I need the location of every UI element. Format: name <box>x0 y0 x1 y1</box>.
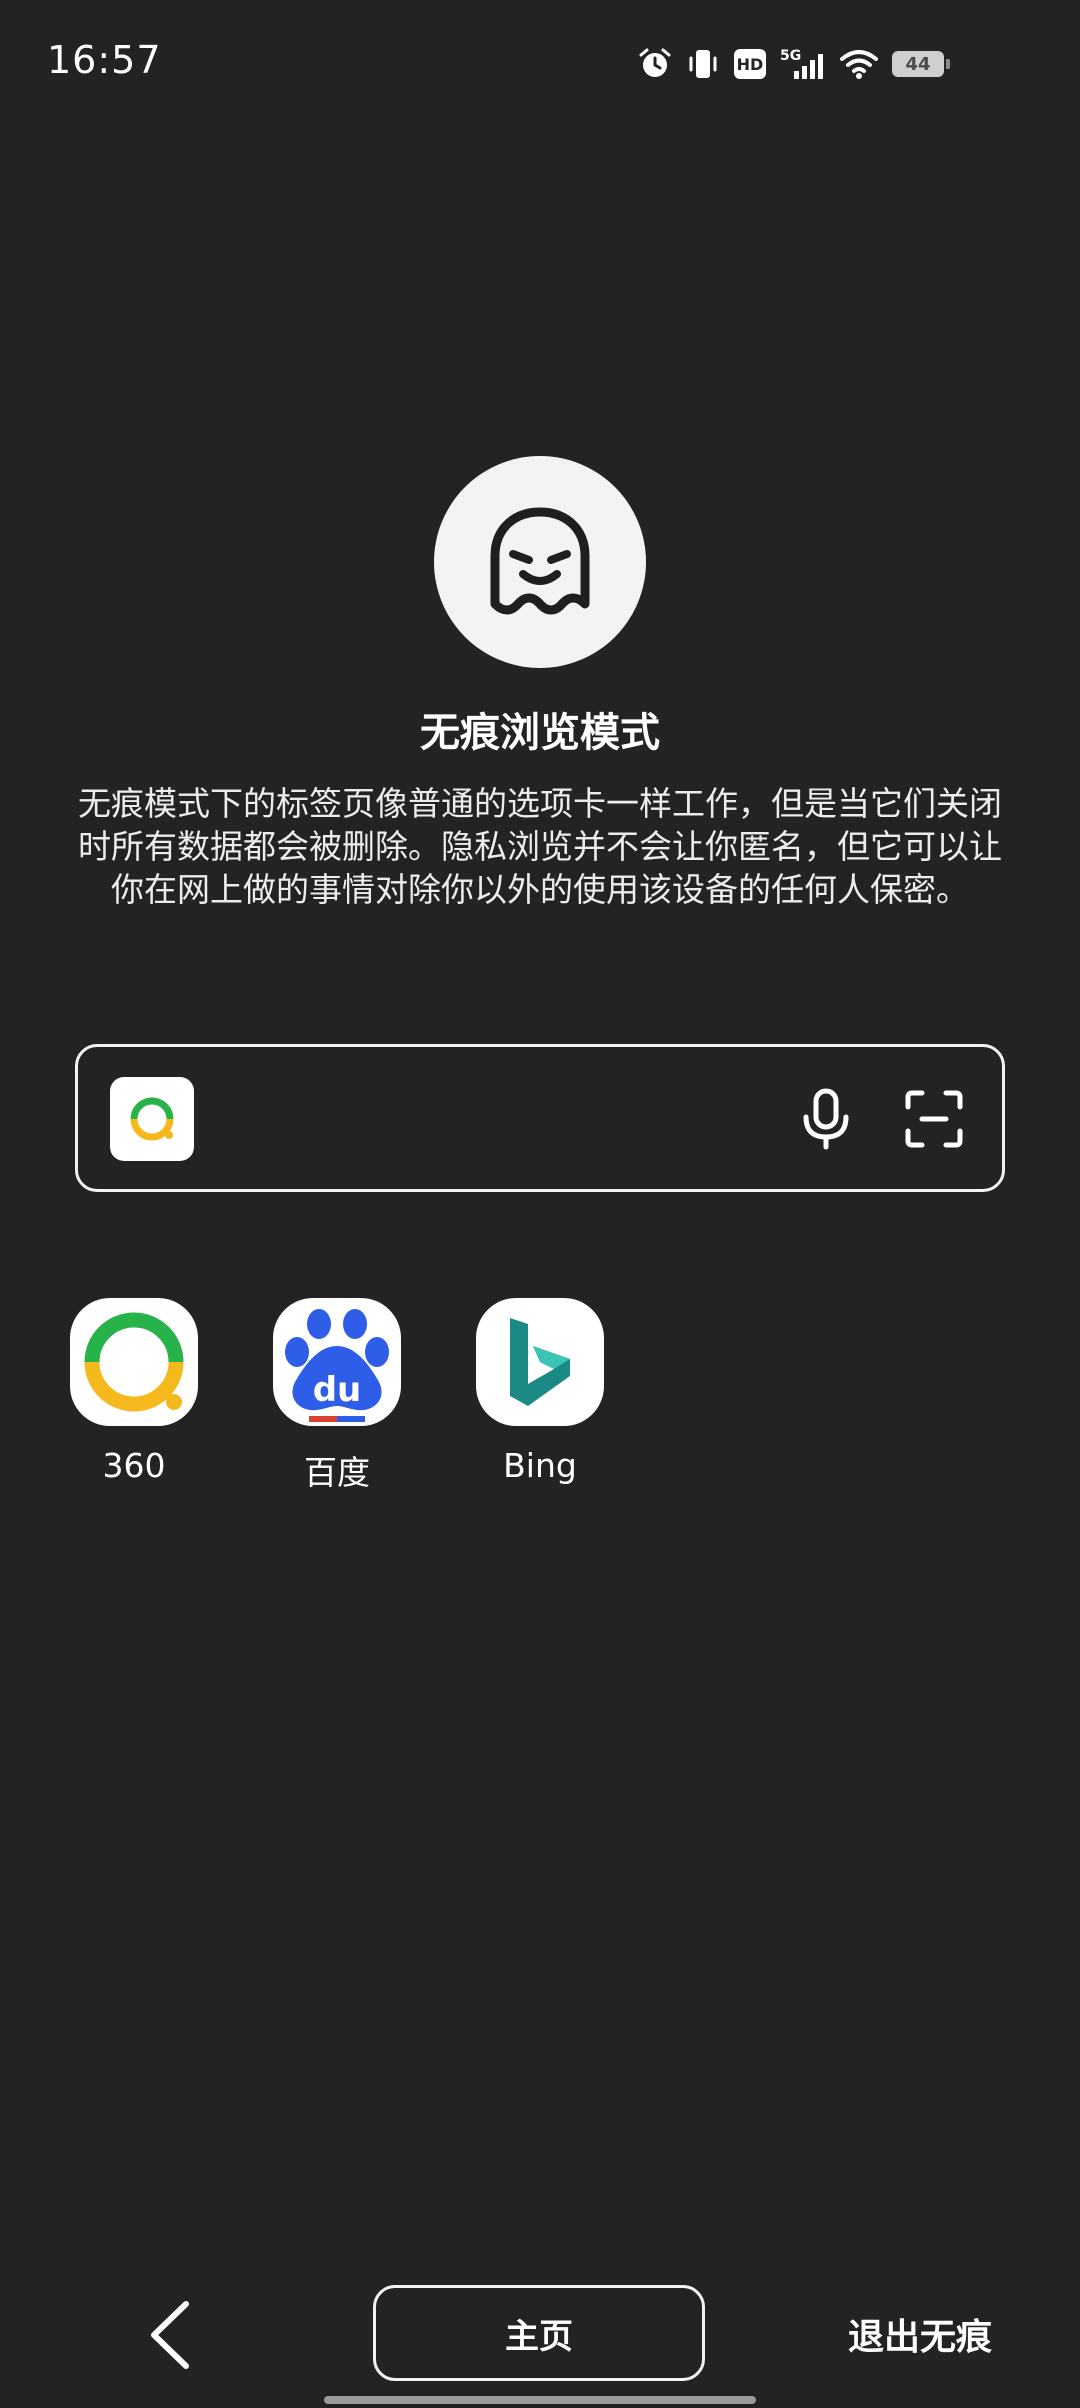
battery-level: 44 <box>905 53 931 75</box>
battery-icon: 44 <box>892 51 950 77</box>
bing-logo-icon <box>510 1318 570 1406</box>
incognito-title: 无痕浏览模式 <box>420 710 660 756</box>
incognito-description: 无痕模式下的标签页像普通的选项卡一样工作，但是当它们关闭时所有数据都会被删除。隐… <box>78 784 1002 909</box>
shortcut-tile[interactable] <box>70 1298 198 1426</box>
ghost-icon <box>490 507 590 615</box>
chevron-left-icon <box>151 2301 189 2369</box>
search-engine-selector[interactable] <box>110 1077 194 1161</box>
status-icons: HD 5G 44 <box>638 44 950 84</box>
5g-signal-icon: 5G <box>780 47 826 81</box>
scan-button[interactable] <box>898 1083 970 1155</box>
shortcut-tile[interactable]: du <box>273 1298 401 1426</box>
voice-search-button[interactable] <box>790 1083 862 1155</box>
status-time: 16:57 <box>47 38 162 82</box>
shortcut-grid: 360 du 百度 Bing <box>0 1298 1080 1498</box>
search-box[interactable] <box>75 1044 1005 1192</box>
home-button[interactable]: 主页 <box>373 2285 705 2381</box>
exit-incognito-button[interactable]: 退出无痕 <box>820 2306 1020 2362</box>
wifi-icon <box>840 48 878 80</box>
status-bar: 16:57 HD 5G 44 <box>0 0 1080 124</box>
scan-icon <box>905 1090 963 1148</box>
alarm-icon <box>638 47 672 81</box>
hd-label: HD <box>737 55 764 74</box>
microphone-icon <box>803 1088 849 1150</box>
shortcut-bing[interactable]: Bing <box>460 1298 620 1485</box>
vibrate-icon <box>686 47 720 81</box>
back-button[interactable] <box>130 2298 210 2372</box>
svg-text:du: du <box>313 1370 362 1410</box>
baidu-logo-icon: du <box>285 1309 389 1422</box>
hd-icon: HD <box>734 49 766 79</box>
gesture-bar[interactable] <box>324 2396 756 2404</box>
shortcut-tile[interactable] <box>476 1298 604 1426</box>
shortcut-label: 360 <box>102 1446 166 1485</box>
shortcut-label: Bing <box>503 1446 577 1485</box>
search-input[interactable] <box>218 1077 842 1163</box>
360-logo-icon <box>84 1312 184 1412</box>
shortcut-label: 百度 <box>304 1453 370 1492</box>
shortcut-baidu[interactable]: du 百度 <box>257 1298 417 1494</box>
ghost-avatar <box>434 456 646 668</box>
360-search-icon <box>130 1097 174 1141</box>
network-label: 5G <box>780 48 801 64</box>
shortcut-360[interactable]: 360 <box>54 1298 214 1485</box>
